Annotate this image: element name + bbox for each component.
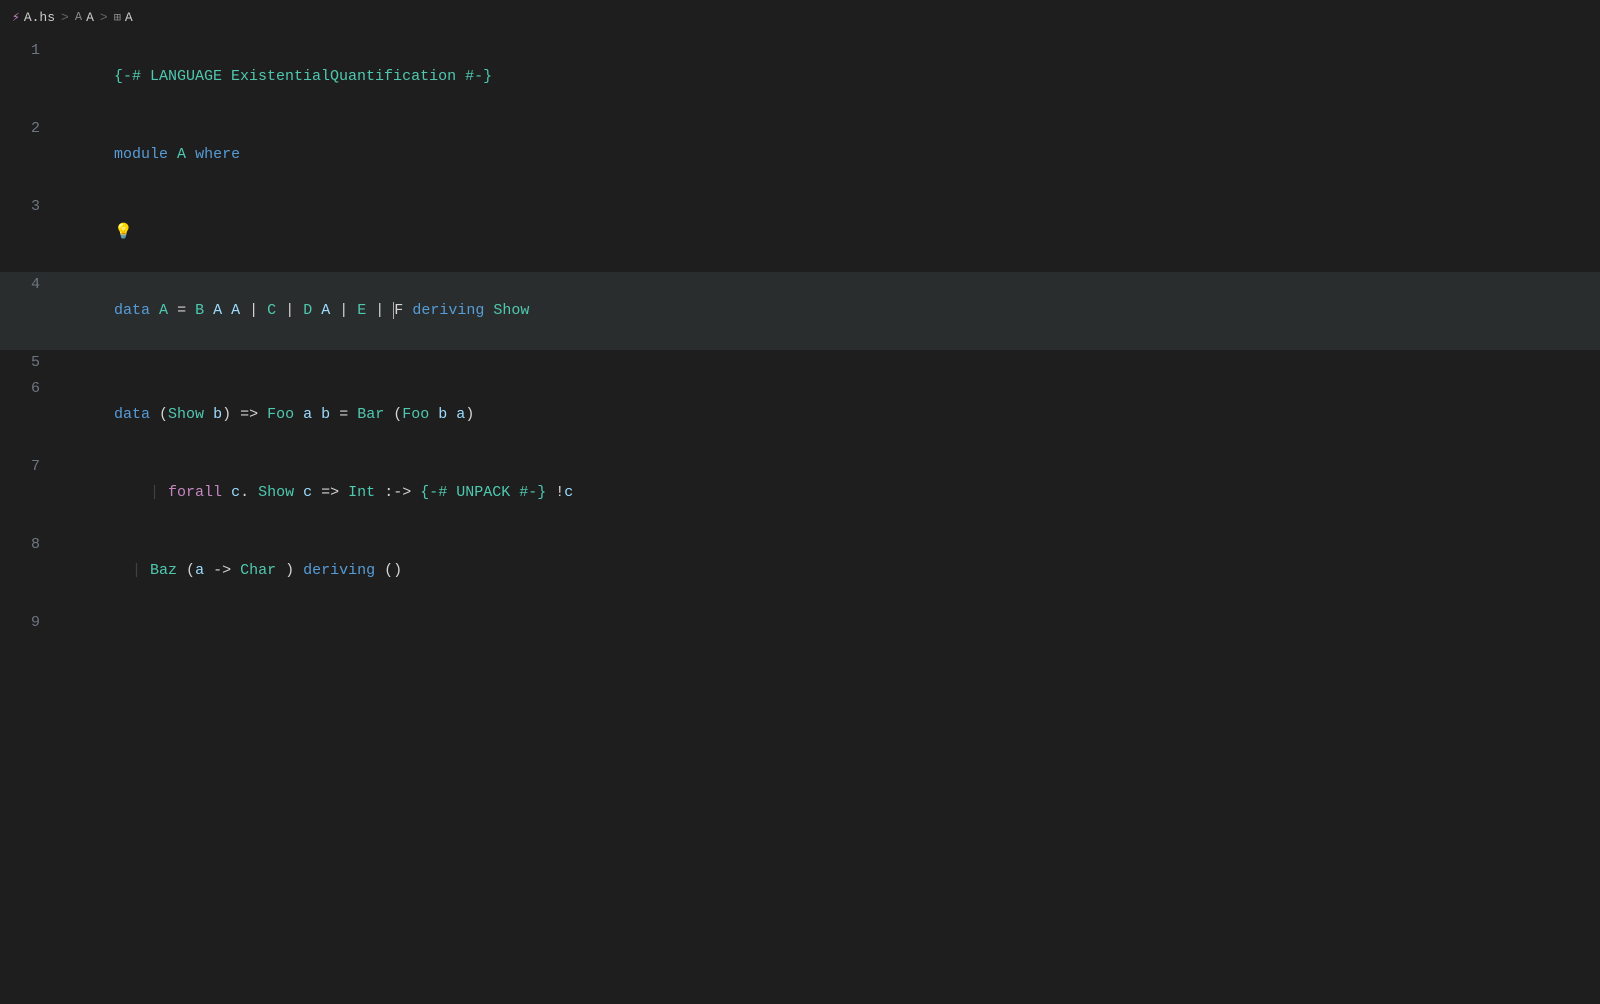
line-content-1: {-# LANGUAGE ExistentialQuantification #… xyxy=(60,38,1600,116)
line-num-9: 9 xyxy=(0,610,60,636)
code-line-8: 8 | Baz (a -> Char ) deriving () xyxy=(0,532,1600,610)
breadcrumb-symbol[interactable]: A xyxy=(125,10,133,25)
ctor-B: B xyxy=(195,302,204,319)
type-show-2: Show xyxy=(168,406,204,423)
type-show-1: Show xyxy=(493,302,529,319)
indent-dots-8: | xyxy=(114,562,150,579)
line-num-4: 4 xyxy=(0,272,60,298)
line-num-7: 7 xyxy=(0,454,60,480)
line-num-5: 5 xyxy=(0,350,60,376)
code-line-4: 4 data A = B A A | C | D A | E | F deriv… xyxy=(0,272,1600,350)
breadcrumb-module[interactable]: A xyxy=(86,10,94,25)
kw-module: module xyxy=(114,146,168,163)
line-num-8: 8 xyxy=(0,532,60,558)
tv-A2: A xyxy=(231,302,240,319)
line-num-1: 1 xyxy=(0,38,60,64)
type-int: Int xyxy=(348,484,375,501)
kw-data-2: data xyxy=(114,406,150,423)
breadcrumb: ⚡ A.hs > A A > ⊞ A xyxy=(0,0,1600,34)
type-show-3: Show xyxy=(258,484,294,501)
line-content-8: | Baz (a -> Char ) deriving () xyxy=(60,532,1600,610)
tv-c1: c xyxy=(231,484,240,501)
code-line-2: 2 module A where xyxy=(0,116,1600,194)
tv-b1: b xyxy=(213,406,222,423)
tv-A3: A xyxy=(321,302,330,319)
pragma-1: {-# LANGUAGE ExistentialQuantification #… xyxy=(114,68,492,85)
dot-1: . xyxy=(240,484,249,501)
line-num-2: 2 xyxy=(0,116,60,142)
tv-a1: a xyxy=(303,406,312,423)
tv-a3: a xyxy=(195,562,204,579)
breadcrumb-sep-1: > xyxy=(61,10,69,25)
code-line-6: 6 data (Show b) => Foo a b = Bar (Foo b … xyxy=(0,376,1600,454)
kw-deriving-1: deriving xyxy=(412,302,484,319)
code-line-9: 9 xyxy=(0,610,1600,636)
file-icon: ⚡ xyxy=(12,10,20,25)
code-line-7: 7 | forall c. Show c => Int :-> {-# UNPA… xyxy=(0,454,1600,532)
line-content-3: 💡 xyxy=(60,194,1600,272)
lightbulb-icon: 💡 xyxy=(114,224,133,241)
kw-where: where xyxy=(195,146,240,163)
tv-c3: c xyxy=(564,484,573,501)
ctor-D: D xyxy=(303,302,312,319)
pragma-unpack: {-# UNPACK #-} xyxy=(420,484,546,501)
tv-a2: a xyxy=(456,406,465,423)
breadcrumb-filename[interactable]: A.hs xyxy=(24,10,55,25)
tv-A1: A xyxy=(213,302,222,319)
kw-forall: forall xyxy=(168,484,222,501)
code-line-1: 1 {-# LANGUAGE ExistentialQuantification… xyxy=(0,38,1600,116)
tv-c2: c xyxy=(303,484,312,501)
type-A: A xyxy=(177,146,186,163)
kw-deriving-2: deriving xyxy=(303,562,375,579)
ctor-bar: Bar xyxy=(357,406,384,423)
ctor-E: E xyxy=(357,302,366,319)
code-line-5: 5 xyxy=(0,350,1600,376)
tv-b2: b xyxy=(321,406,330,423)
type-foo-1: Foo xyxy=(267,406,294,423)
line-content-7: | forall c. Show c => Int :-> {-# UNPACK… xyxy=(60,454,1600,532)
kw-data-1: data xyxy=(114,302,150,319)
breadcrumb-module-icon: A xyxy=(75,10,82,24)
line-content-2: module A where xyxy=(60,116,1600,194)
ctor-baz: Baz xyxy=(150,562,177,579)
type-foo-2: Foo xyxy=(402,406,429,423)
indent-dots-7: | xyxy=(114,484,168,501)
line-content-6: data (Show b) => Foo a b = Bar (Foo b a) xyxy=(60,376,1600,454)
line-content-4: data A = B A A | C | D A | E | F derivin… xyxy=(60,272,1600,350)
line-num-3: 3 xyxy=(0,194,60,220)
type-A2: A xyxy=(159,302,168,319)
ctor-C: C xyxy=(267,302,276,319)
breadcrumb-sep-2: > xyxy=(100,10,108,25)
line-num-6: 6 xyxy=(0,376,60,402)
editor[interactable]: 1 {-# LANGUAGE ExistentialQuantification… xyxy=(0,34,1600,640)
tv-b3: b xyxy=(438,406,447,423)
code-line-3: 3 💡 xyxy=(0,194,1600,272)
breadcrumb-symbol-icon: ⊞ xyxy=(114,10,121,25)
type-char: Char xyxy=(240,562,276,579)
